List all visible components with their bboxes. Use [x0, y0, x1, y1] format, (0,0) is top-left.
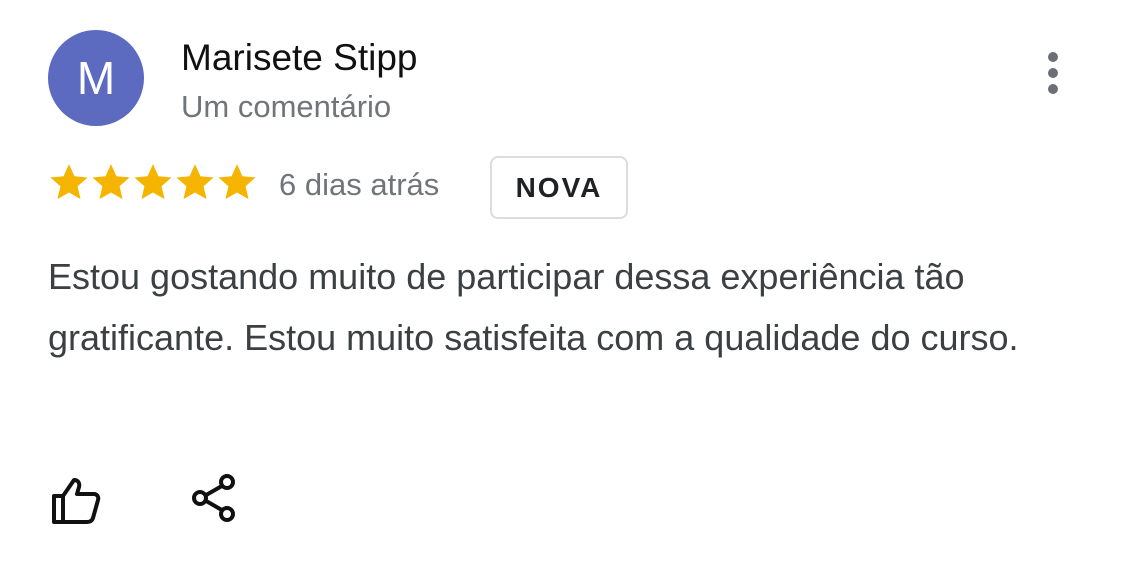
new-badge: NOVA [490, 156, 628, 219]
review-text: Estou gostando muito de participar dessa… [48, 256, 1019, 358]
more-vert-icon-dot [1048, 84, 1058, 94]
star-icon [218, 164, 256, 200]
author-review-count: Um comentário [181, 89, 392, 124]
star-rating [48, 158, 258, 206]
star-icon [176, 164, 214, 200]
thumb-up-icon [52, 478, 101, 524]
review-date: 6 dias atrás [279, 167, 440, 202]
share-icon [192, 474, 235, 522]
star-icon [50, 164, 88, 200]
more-vert-icon [1048, 52, 1058, 62]
like-button[interactable] [48, 472, 104, 528]
avatar[interactable]: M [48, 30, 144, 126]
share-button[interactable] [188, 470, 240, 526]
more-options-button[interactable] [1032, 46, 1074, 100]
avatar-letter: M [76, 52, 116, 104]
star-icon [134, 164, 172, 200]
more-vert-icon-dot [1048, 68, 1058, 78]
star-icon [92, 164, 130, 200]
author-name[interactable]: Marisete Stipp [181, 36, 418, 80]
